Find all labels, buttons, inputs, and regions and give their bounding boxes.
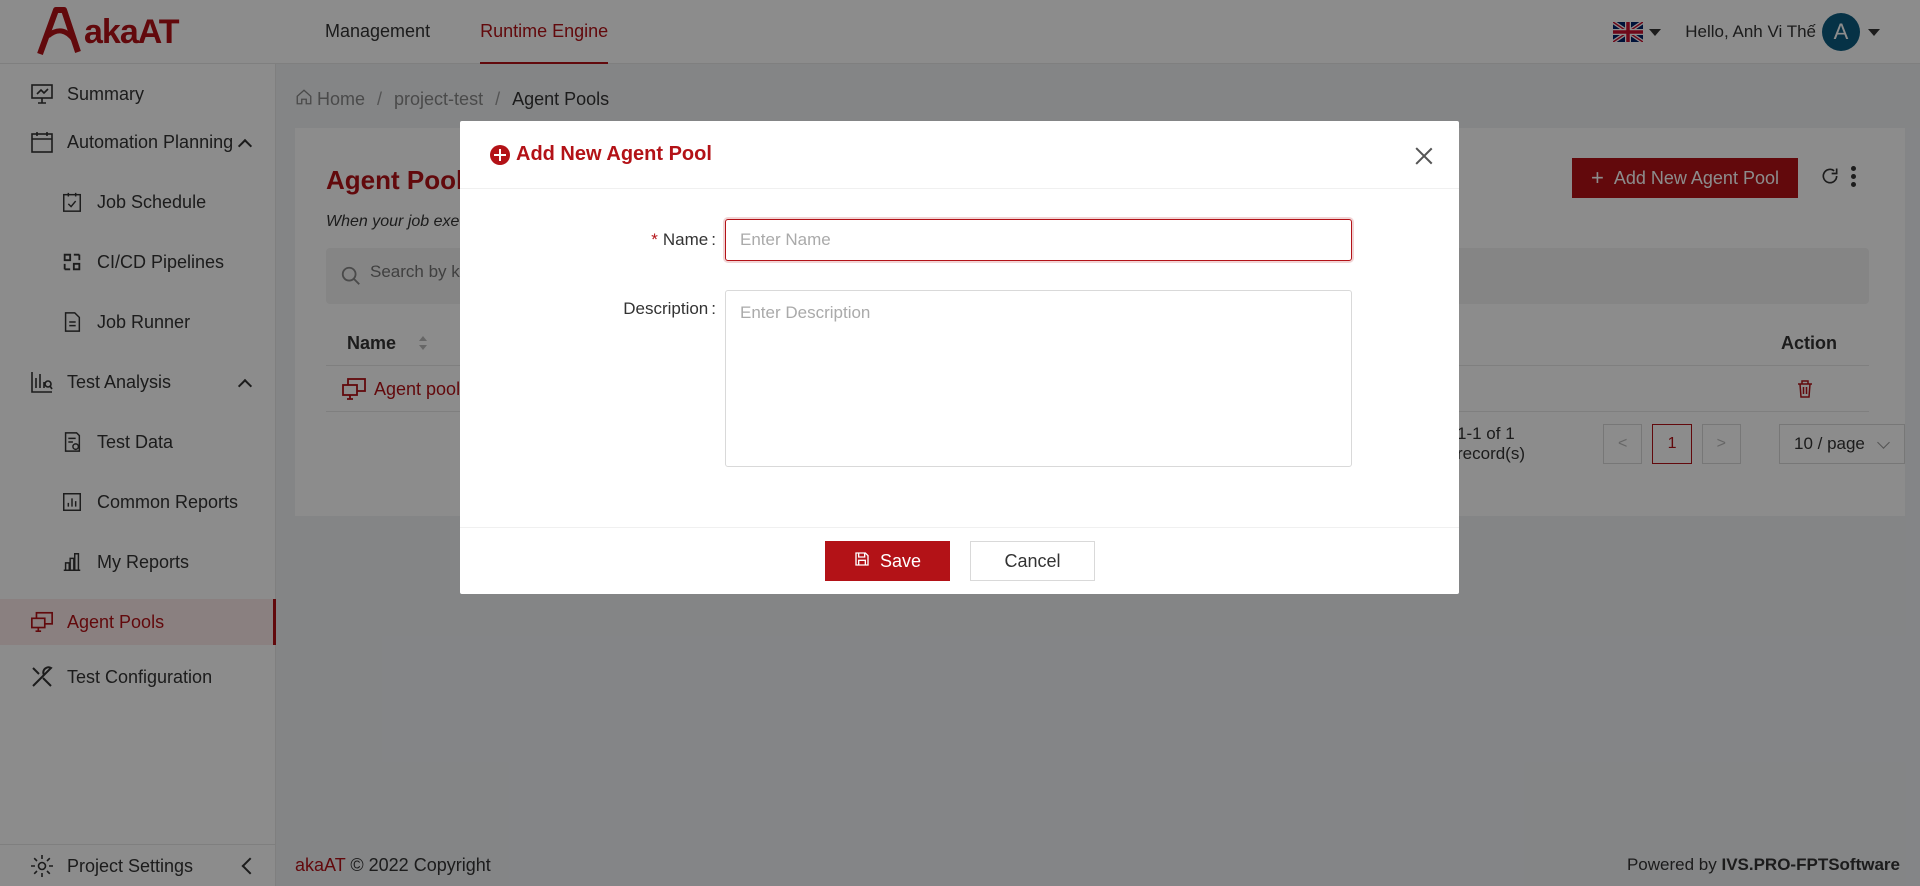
name-label-text: Name bbox=[662, 230, 709, 249]
description-label-text: Description bbox=[623, 299, 709, 318]
label-colon: : bbox=[711, 230, 716, 249]
save-label: Save bbox=[879, 550, 922, 571]
description-field[interactable] bbox=[725, 290, 1352, 467]
add-agent-pool-dialog: Add New Agent Pool *Name: Description: S… bbox=[460, 121, 1459, 594]
name-field[interactable] bbox=[725, 219, 1352, 261]
cancel-button[interactable]: Cancel bbox=[970, 541, 1095, 581]
save-button[interactable]: Save bbox=[825, 541, 950, 581]
modal-header: Add New Agent Pool bbox=[460, 121, 1459, 189]
description-label: Description: bbox=[600, 299, 716, 319]
modal-title: Add New Agent Pool bbox=[490, 143, 712, 166]
save-icon bbox=[854, 551, 870, 572]
label-colon: : bbox=[711, 299, 716, 318]
plus-circle-icon bbox=[490, 144, 510, 165]
required-mark: * bbox=[651, 230, 658, 249]
close-icon[interactable] bbox=[1415, 147, 1433, 165]
modal-footer: Save Cancel bbox=[460, 527, 1459, 594]
modal-title-text: Add New Agent Pool bbox=[516, 143, 712, 165]
name-label: * Name: bbox=[640, 230, 716, 250]
